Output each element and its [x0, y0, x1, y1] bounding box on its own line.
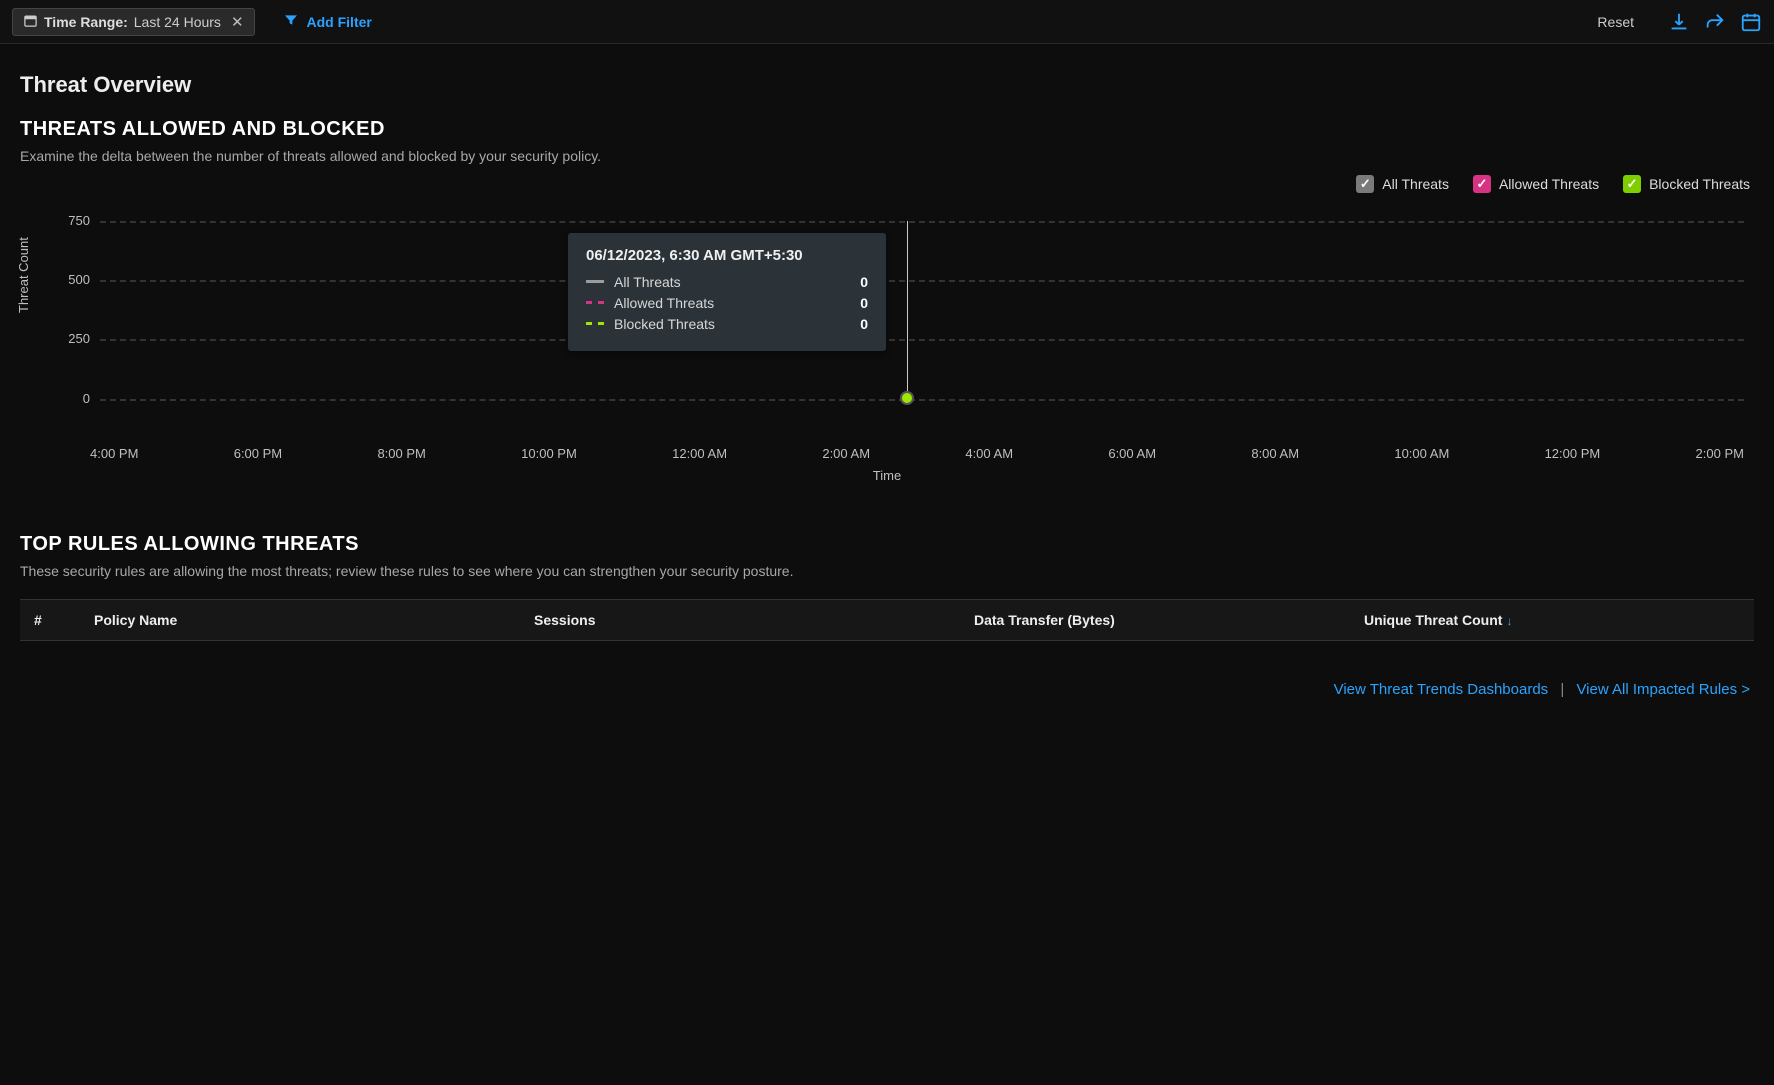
filter-icon — [283, 12, 299, 31]
table-header-row: # Policy Name Sessions Data Transfer (By… — [20, 600, 1754, 641]
add-filter-button[interactable]: Add Filter — [283, 12, 372, 31]
tooltip-series-value: 0 — [860, 316, 868, 332]
time-range-chip[interactable]: Time Range: Last 24 Hours ✕ — [12, 8, 255, 36]
series-swatch-icon — [586, 301, 604, 304]
legend-blocked-threats[interactable]: ✓ Blocked Threats — [1623, 175, 1750, 193]
checkbox-icon: ✓ — [1623, 175, 1641, 193]
section1-title: THREATS ALLOWED AND BLOCKED — [20, 118, 1754, 141]
threat-chart[interactable]: Threat Count 0250500750 06/12/2023, 6:30… — [20, 203, 1754, 483]
x-tick-label: 6:00 PM — [234, 446, 282, 461]
chart-legend: ✓ All Threats ✓ Allowed Threats ✓ Blocke… — [0, 167, 1774, 193]
rules-table: # Policy Name Sessions Data Transfer (By… — [20, 599, 1754, 641]
tooltip-row-blocked: Blocked Threats 0 — [586, 316, 868, 332]
x-tick-label: 8:00 AM — [1251, 446, 1299, 461]
col-sessions[interactable]: Sessions — [520, 600, 960, 641]
gridline — [100, 339, 1744, 341]
top-rules-section: TOP RULES ALLOWING THREATS These securit… — [0, 523, 1774, 582]
chart-cursor-line — [907, 221, 908, 399]
view-all-impacted-rules-link[interactable]: View All Impacted Rules > — [1576, 681, 1750, 698]
x-tick-label: 2:00 AM — [822, 446, 870, 461]
calendar-icon — [23, 13, 38, 31]
col-threat-count[interactable]: Unique Threat Count↓ — [1350, 600, 1754, 641]
checkbox-icon: ✓ — [1473, 175, 1491, 193]
close-icon[interactable]: ✕ — [231, 13, 244, 31]
x-axis-labels: 4:00 PM 6:00 PM 8:00 PM 10:00 PM 12:00 AM 2:0… — [90, 446, 1744, 461]
share-icon[interactable] — [1704, 11, 1726, 33]
section2-desc: These security rules are allowing the mo… — [20, 562, 840, 582]
download-icon[interactable] — [1668, 11, 1690, 33]
col-transfer[interactable]: Data Transfer (Bytes) — [960, 600, 1350, 641]
tooltip-series-name: All Threats — [614, 274, 850, 290]
time-range-value: Last 24 Hours — [134, 14, 221, 30]
section1-desc: Examine the delta between the number of … — [20, 147, 840, 167]
tooltip-time: 06/12/2023, 6:30 AM GMT+5:30 — [586, 247, 868, 264]
x-tick-label: 8:00 PM — [377, 446, 425, 461]
x-tick-label: 4:00 AM — [965, 446, 1013, 461]
x-tick-label: 4:00 PM — [90, 446, 138, 461]
legend-all-threats[interactable]: ✓ All Threats — [1356, 175, 1449, 193]
legend-label: All Threats — [1382, 176, 1449, 192]
section2-title: TOP RULES ALLOWING THREATS — [20, 533, 1754, 556]
gridline — [100, 221, 1744, 223]
threats-allowed-blocked-section: THREATS ALLOWED AND BLOCKED Examine the … — [0, 108, 1774, 167]
x-tick-label: 10:00 AM — [1394, 446, 1449, 461]
footer-links: View Threat Trends Dashboards | View All… — [0, 641, 1774, 722]
chart-tooltip: 06/12/2023, 6:30 AM GMT+5:30 All Threats… — [568, 233, 886, 351]
tooltip-series-value: 0 — [860, 295, 868, 311]
y-tick-label: 0 — [56, 391, 90, 406]
y-tick-label: 750 — [56, 213, 90, 228]
x-tick-label: 12:00 AM — [672, 446, 727, 461]
tooltip-row-all: All Threats 0 — [586, 274, 868, 290]
add-filter-label: Add Filter — [307, 14, 372, 30]
chart-cursor-dot — [900, 391, 914, 405]
y-tick-label: 500 — [56, 272, 90, 287]
gridline — [100, 280, 1744, 282]
x-tick-label: 12:00 PM — [1545, 446, 1601, 461]
tooltip-series-value: 0 — [860, 274, 868, 290]
x-tick-label: 10:00 PM — [521, 446, 577, 461]
legend-label: Blocked Threats — [1649, 176, 1750, 192]
legend-label: Allowed Threats — [1499, 176, 1599, 192]
tooltip-row-allowed: Allowed Threats 0 — [586, 295, 868, 311]
series-swatch-icon — [586, 280, 604, 283]
series-swatch-icon — [586, 322, 604, 325]
col-policy[interactable]: Policy Name — [80, 600, 520, 641]
x-axis-title: Time — [20, 468, 1754, 483]
y-tick-label: 250 — [56, 331, 90, 346]
chart-svg — [20, 203, 1754, 443]
topbar: Time Range: Last 24 Hours ✕ Add Filter R… — [0, 0, 1774, 44]
gridline — [100, 399, 1744, 401]
sort-desc-icon: ↓ — [1506, 614, 1512, 628]
view-threat-trends-link[interactable]: View Threat Trends Dashboards — [1334, 681, 1549, 698]
y-axis-title: Threat Count — [16, 237, 31, 313]
x-tick-label: 6:00 AM — [1108, 446, 1156, 461]
schedule-icon[interactable] — [1740, 11, 1762, 33]
reset-button[interactable]: Reset — [1597, 14, 1634, 30]
x-tick-label: 2:00 PM — [1696, 446, 1744, 461]
tooltip-series-name: Blocked Threats — [614, 316, 850, 332]
page-title: Threat Overview — [0, 44, 1774, 108]
checkbox-icon: ✓ — [1356, 175, 1374, 193]
separator: | — [1560, 681, 1564, 698]
col-index[interactable]: # — [20, 600, 80, 641]
time-range-label: Time Range: — [44, 14, 128, 30]
legend-allowed-threats[interactable]: ✓ Allowed Threats — [1473, 175, 1599, 193]
tooltip-series-name: Allowed Threats — [614, 295, 850, 311]
